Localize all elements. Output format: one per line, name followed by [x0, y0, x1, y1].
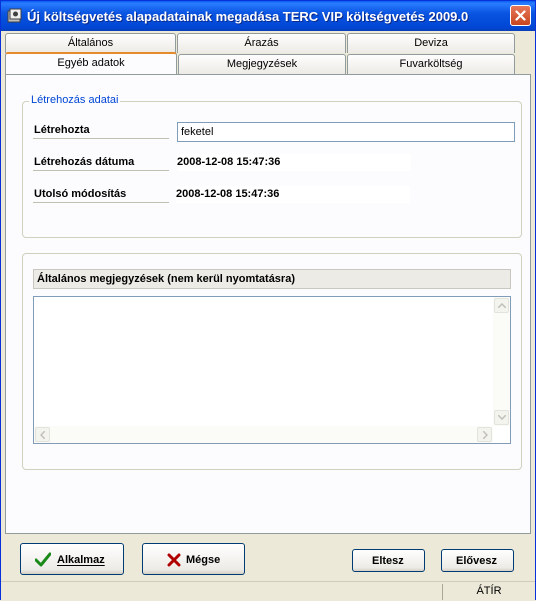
window-title: Új költségvetés alapadatainak megadása T…	[27, 9, 469, 24]
creation-groupbox: Létrehozás adatai Létrehozta Létrehozás …	[22, 94, 522, 238]
notes-groupbox: Általános megjegyzések (nem kerül nyomta…	[22, 253, 522, 470]
scroll-down-button[interactable]	[494, 410, 509, 425]
app-icon	[7, 8, 23, 24]
horizontal-scrollbar[interactable]	[34, 426, 493, 443]
tab-altalanos[interactable]: Általános	[5, 33, 176, 53]
tab-egyeb-adatok[interactable]: Egyéb adatok	[5, 52, 177, 74]
store-button-label: Eltesz	[372, 555, 404, 567]
apply-button-label: Alkalmaz	[57, 554, 105, 566]
scroll-up-button[interactable]	[494, 298, 509, 313]
label-underline	[33, 170, 169, 171]
arrow-up-icon	[498, 303, 506, 308]
created-date-value: 2008-12-08 15:47:36	[177, 154, 411, 171]
tab-panel: Létrehozás adatai Létrehozta Létrehozás …	[5, 74, 531, 534]
scroll-right-button[interactable]	[477, 427, 492, 442]
store-button[interactable]: Eltesz	[352, 549, 425, 572]
tab-fuvarkoltseg[interactable]: Fuvarköltség	[347, 54, 515, 74]
creation-group-title: Létrehozás adatai	[29, 94, 121, 106]
vertical-scrollbar[interactable]	[493, 297, 510, 426]
retrieve-button[interactable]: Elővesz	[441, 549, 514, 572]
check-icon	[35, 552, 51, 567]
tab-arazas[interactable]: Árazás	[177, 33, 346, 53]
arrow-down-icon	[498, 415, 506, 420]
apply-button[interactable]: Alkalmaz	[20, 543, 124, 575]
x-icon	[167, 553, 181, 567]
modified-value: 2008-12-08 15:47:36	[176, 186, 410, 203]
created-by-field[interactable]	[177, 122, 515, 142]
notes-label: Általános megjegyzések (nem kerül nyomta…	[33, 269, 511, 289]
arrow-left-icon	[40, 431, 45, 439]
cancel-button[interactable]: Mégse	[142, 543, 245, 575]
created-date-label: Létrehozás dátuma	[34, 156, 135, 168]
status-bar: ÁTÍR	[1, 581, 535, 601]
tab-deviza[interactable]: Deviza	[347, 33, 515, 53]
dialog-window: Új költségvetés alapadatainak megadása T…	[0, 0, 536, 601]
arrow-right-icon	[483, 431, 488, 439]
notes-textarea[interactable]	[33, 296, 511, 444]
cancel-button-label: Mégse	[186, 554, 221, 566]
title-bar[interactable]: Új költségvetés alapadatainak megadása T…	[1, 1, 535, 31]
status-mode: ÁTÍR	[442, 584, 535, 600]
tab-strip: Általános Árazás Deviza Egyéb adatok Meg…	[5, 33, 515, 75]
label-underline	[33, 138, 169, 139]
label-underline	[33, 202, 169, 203]
created-by-label: Létrehozta	[34, 124, 90, 136]
close-button[interactable]	[510, 5, 531, 26]
modified-label: Utolsó módosítás	[34, 188, 127, 200]
scroll-left-button[interactable]	[35, 427, 50, 442]
close-icon	[515, 10, 526, 21]
retrieve-button-label: Elővesz	[456, 555, 497, 567]
tab-megjegyzesek[interactable]: Megjegyzések	[178, 54, 346, 74]
